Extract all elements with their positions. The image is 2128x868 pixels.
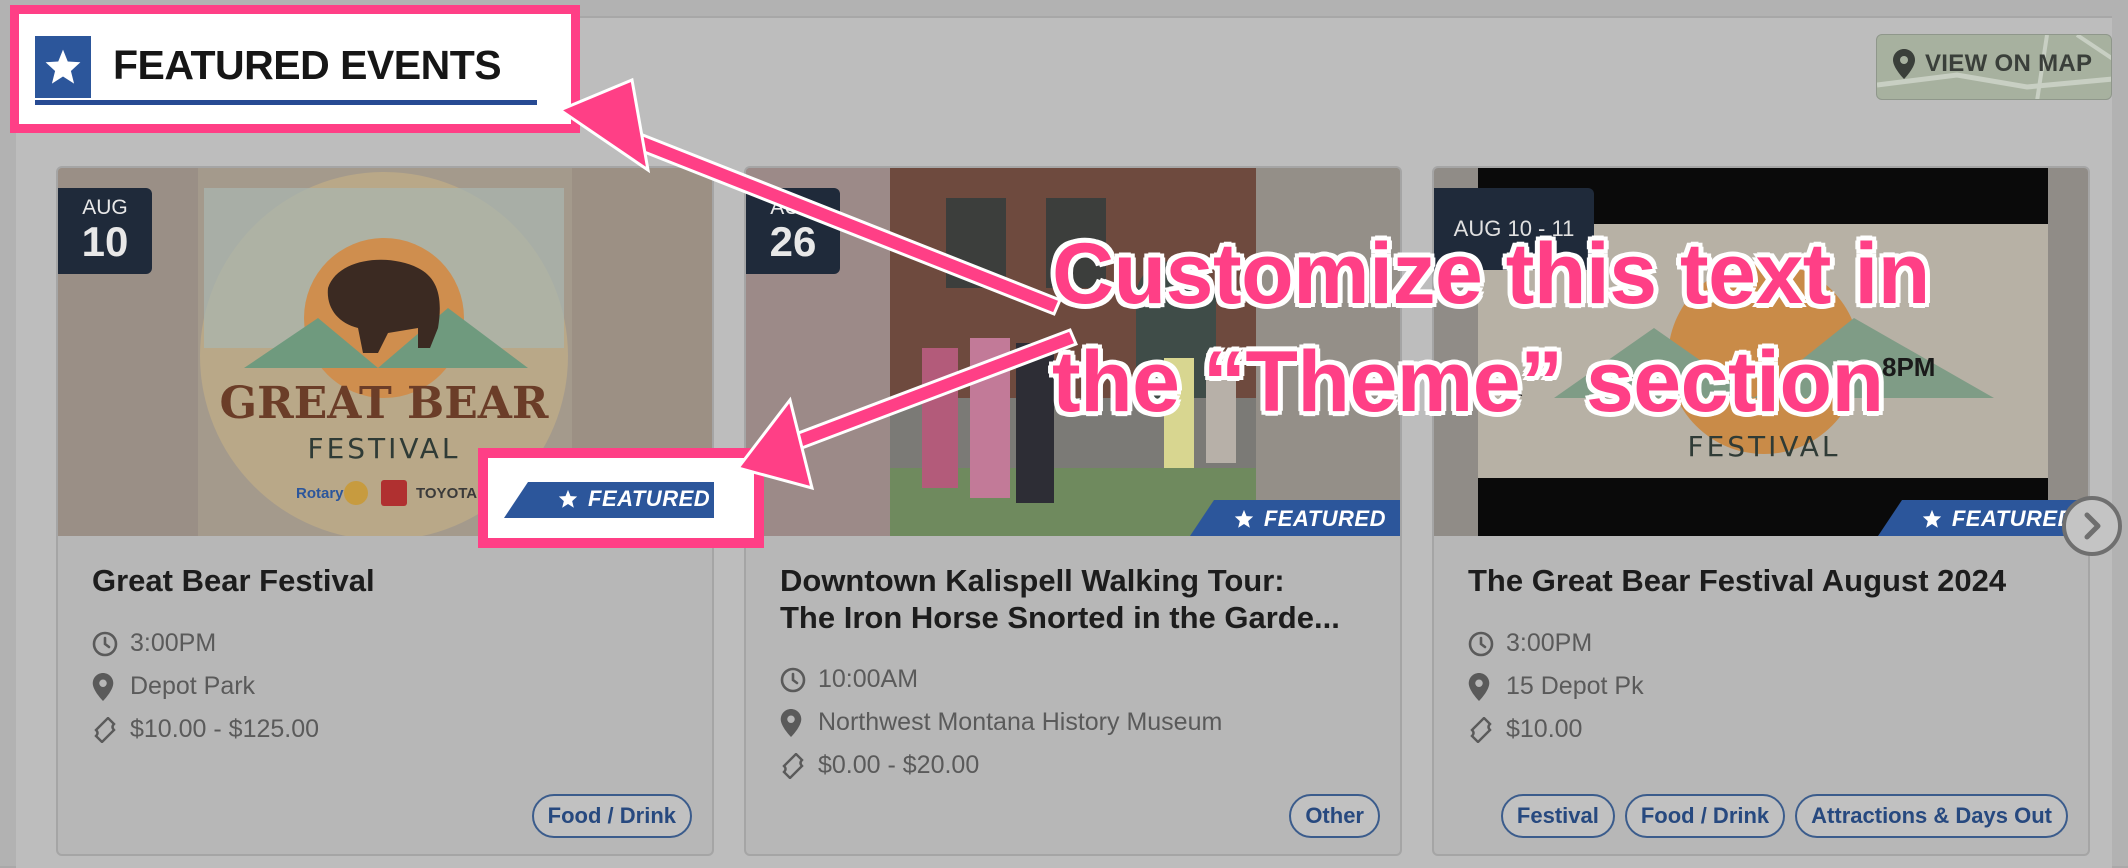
annotation-line1: Customize this text in <box>1052 226 1930 322</box>
page-background: VIEW ON MAP GREAT BEAR FESTIVAL Rotary T… <box>0 0 2128 868</box>
annotation-callout: Customize this text in the “Theme” secti… <box>1052 220 1930 436</box>
annotation-line2: the “Theme” section <box>1052 334 1884 430</box>
arrow-to-heading <box>612 124 1062 316</box>
arrow-to-featured <box>778 328 1078 456</box>
arrow-head-featured <box>735 396 815 491</box>
arrow-head-heading <box>556 77 651 174</box>
